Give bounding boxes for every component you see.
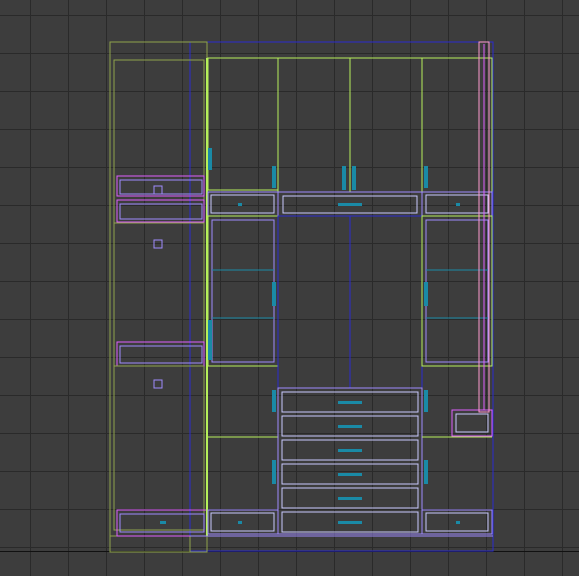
handle-right-upper[interactable] (424, 166, 428, 188)
handles (160, 148, 460, 524)
left-column-bottom-drawer-front (210, 512, 275, 532)
handle-right-glass[interactable] (424, 282, 428, 306)
drawer-pull-left-top[interactable] (238, 203, 242, 206)
handle-left-glass[interactable] (272, 282, 276, 306)
left-column-glass-door[interactable] (207, 215, 279, 367)
handle-center-right[interactable] (352, 166, 356, 190)
handle-left-upper-2[interactable] (272, 166, 276, 188)
drawer-pull-1[interactable] (338, 401, 362, 404)
drawer-pull-5[interactable] (338, 497, 362, 500)
handle-center-left[interactable] (342, 166, 346, 190)
drawer-pull-left-panel[interactable] (160, 521, 166, 524)
left-column-drawer[interactable] (207, 191, 279, 217)
wardrobe-wireframe[interactable] (0, 0, 579, 576)
left-side-panel-outer[interactable] (109, 41, 208, 553)
drawer-pull-right-top[interactable] (456, 203, 460, 206)
left-column-upper-door[interactable] (207, 57, 279, 191)
left-column-drawer-front (210, 194, 275, 214)
pivot-marker-3[interactable] (153, 379, 163, 389)
center-upper-door-left[interactable] (277, 57, 351, 193)
drawer-pull-left-bottom[interactable] (238, 521, 242, 524)
left-column-glass-inner (211, 219, 275, 363)
drawer-pull-4[interactable] (338, 473, 362, 476)
right-small-box-inner (455, 413, 489, 433)
drawer-pull-top-center[interactable] (338, 203, 362, 206)
handle-stack-right-2[interactable] (424, 460, 428, 484)
drawer-pull-right-bottom[interactable] (456, 521, 460, 524)
handle-left-upper[interactable] (208, 148, 212, 170)
right-column-glass-door[interactable] (421, 215, 493, 367)
drawer-pull-3[interactable] (338, 449, 362, 452)
handle-stack-left-2[interactable] (272, 460, 276, 484)
right-column-upper-door[interactable] (421, 57, 493, 193)
left-base-plinth (109, 535, 191, 553)
handle-left-lower[interactable] (208, 320, 212, 360)
pivot-marker-1[interactable] (153, 185, 163, 195)
drawer-pull-2[interactable] (338, 425, 362, 428)
center-upper-door-right[interactable] (349, 57, 423, 193)
left-column-bottom-drawer[interactable] (207, 509, 279, 535)
drawer-pull-6[interactable] (338, 521, 362, 524)
handle-stack-left-1[interactable] (272, 390, 276, 412)
pivot-marker-2[interactable] (153, 239, 163, 249)
handle-stack-right-1[interactable] (424, 390, 428, 412)
3d-viewport[interactable] (0, 0, 579, 576)
